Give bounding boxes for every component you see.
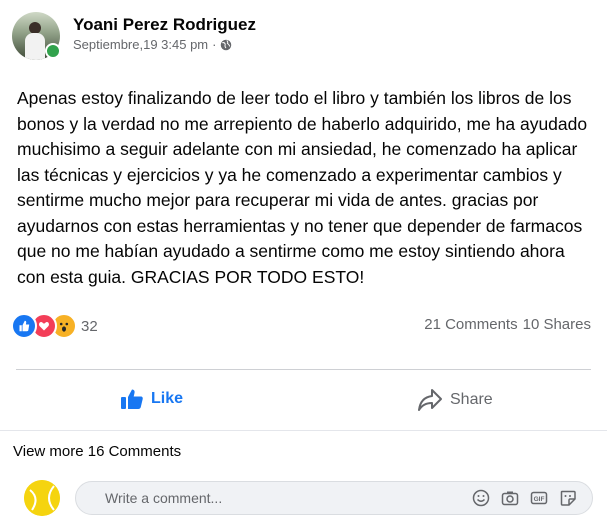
post-header: Yoani Perez Rodriguez Septiembre,19 3:45…: [12, 12, 256, 60]
globe-icon[interactable]: [220, 39, 232, 51]
comment-input[interactable]: [76, 482, 472, 514]
shares-count[interactable]: 10 Shares: [523, 316, 591, 333]
gif-icon[interactable]: GIF: [530, 489, 548, 507]
emoji-icon[interactable]: [472, 489, 490, 507]
composer-tools: GIF: [472, 489, 592, 507]
meta-separator: ·: [212, 37, 217, 52]
reactions-summary[interactable]: 32: [11, 313, 98, 339]
sticker-icon[interactable]: [559, 489, 577, 507]
online-status-dot: [45, 43, 61, 59]
author-name[interactable]: Yoani Perez Rodriguez: [73, 14, 256, 36]
facebook-post: Yoani Perez Rodriguez Septiembre,19 3:45…: [0, 0, 607, 527]
commenter-avatar[interactable]: [24, 480, 60, 516]
camera-icon[interactable]: [501, 489, 519, 507]
comment-composer[interactable]: GIF: [75, 481, 593, 515]
thumbs-up-icon: [121, 389, 143, 409]
comments-count[interactable]: 21 Comments: [424, 316, 517, 333]
avatar-body: [25, 33, 45, 60]
post-body-text: Apenas estoy finalizando de leer todo el…: [17, 88, 588, 287]
post-meta: Septiembre,19 3:45 pm ·: [73, 36, 256, 54]
divider: [16, 369, 591, 370]
post-timestamp[interactable]: Septiembre,19 3:45 pm: [73, 36, 208, 54]
tennis-ball-avatar-icon: [24, 480, 60, 516]
like-button[interactable]: Like: [120, 388, 183, 410]
engagement-counts: 21 Comments 10 Shares: [424, 316, 591, 333]
share-label: Share: [450, 391, 493, 408]
view-more-comments-link[interactable]: View more 16 Comments: [13, 443, 181, 460]
svg-text:GIF: GIF: [534, 496, 545, 503]
author-avatar-wrap[interactable]: [12, 12, 61, 60]
reaction-count[interactable]: 32: [81, 318, 98, 335]
share-button[interactable]: Share: [417, 388, 493, 412]
divider: [0, 430, 607, 431]
like-reaction-icon: [11, 313, 37, 339]
header-text: Yoani Perez Rodriguez Septiembre,19 3:45…: [73, 14, 256, 54]
like-label: Like: [151, 390, 184, 407]
share-arrow-icon: [418, 389, 442, 411]
